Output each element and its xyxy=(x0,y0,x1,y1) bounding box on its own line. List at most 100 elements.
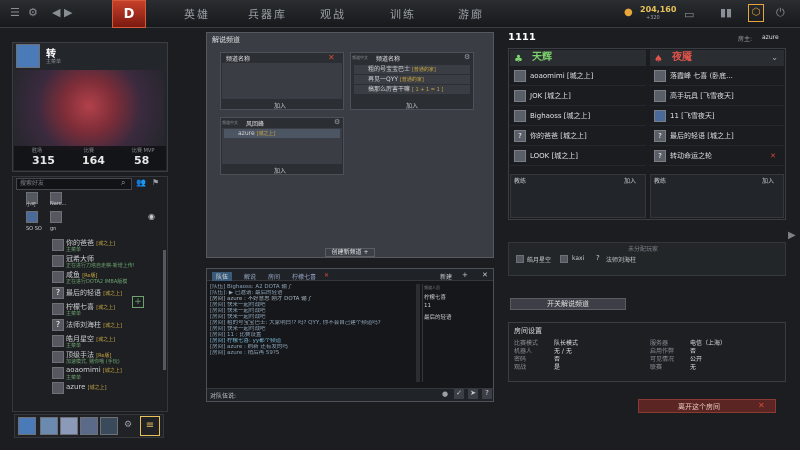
player-slot[interactable]: Bighaoss [城之上] xyxy=(510,106,646,126)
close-icon[interactable]: ✕ xyxy=(482,271,488,279)
friend-status: 加速模式, 赌你哦 (手玩) xyxy=(66,359,120,365)
member-name: 搞那么厉害干嘛 xyxy=(368,86,411,93)
forward-icon[interactable]: ▶ xyxy=(64,6,72,19)
rank-icon[interactable]: ≡ xyxy=(140,416,160,436)
nav-arcade[interactable]: 游廊 xyxy=(458,6,484,22)
top-friend-name: 小可 xyxy=(26,202,37,208)
kick-icon[interactable]: ✕ xyxy=(770,146,776,166)
settings-title: 房间设置 xyxy=(514,327,542,335)
emoji-icon[interactable]: ● xyxy=(442,390,448,398)
party-avatar[interactable] xyxy=(80,417,98,435)
back-icon[interactable]: ◀ xyxy=(52,6,60,19)
tab-room[interactable]: 房间 xyxy=(268,272,280,281)
nav-watch[interactable]: 观战 xyxy=(320,6,346,22)
help-icon[interactable]: ? xyxy=(482,389,492,399)
stat-matches: 164 xyxy=(82,154,105,167)
channel-member[interactable]: 再见一QYY [普通的家] xyxy=(354,75,470,84)
join-coach-button[interactable]: 加入 xyxy=(762,176,774,185)
party-avatar[interactable] xyxy=(60,417,78,435)
toggle-broadcast-button[interactable]: 开关解说频道 xyxy=(510,298,626,310)
tab-whisper[interactable]: 柠檬七喜 xyxy=(292,272,316,281)
check-icon[interactable]: ✓ xyxy=(454,389,464,399)
avatar[interactable] xyxy=(16,44,40,68)
setting-key: 联赛 xyxy=(650,364,663,371)
party-avatar[interactable] xyxy=(100,417,118,435)
unknown-player-icon: ? xyxy=(596,254,600,262)
friend-status: 主菜单 xyxy=(66,247,82,253)
player-slot[interactable]: 高手玩具 [飞雪夜天] xyxy=(650,86,784,106)
join-button[interactable]: 加入 xyxy=(406,101,418,110)
list-item[interactable]: azure [城之上] xyxy=(52,382,186,394)
search-icon[interactable]: ⌕ xyxy=(121,178,125,188)
close-icon[interactable]: ✕ xyxy=(328,53,335,62)
player-name: 落霞峰 七喜 (卧底... xyxy=(670,72,733,80)
unassigned-player[interactable]: 皓月星空 xyxy=(527,255,551,264)
player-slot[interactable]: 11 [飞雪夜天] xyxy=(650,106,784,126)
settings-right: 服务器 电信（上海） 启用作弊否 可见情况 公开 联赛无 xyxy=(650,338,780,371)
chevron-down-icon[interactable]: ⌄ xyxy=(771,50,778,66)
add-icon[interactable]: + xyxy=(462,271,468,279)
coach-label: 教练 xyxy=(514,178,527,185)
player-slot[interactable]: LOOK [城之上] xyxy=(510,146,646,166)
gear-icon[interactable]: ⚙ xyxy=(334,118,340,126)
nav-heroes[interactable]: 英雄 xyxy=(184,6,210,22)
friend-tag: [城之上] xyxy=(87,385,107,391)
player-slot[interactable]: ? 你的爸爸 [城之上] xyxy=(510,126,646,146)
arrow-right-icon[interactable]: ▶ xyxy=(788,230,796,241)
chat-input[interactable] xyxy=(207,388,493,401)
notification-icon[interactable]: ⬡ xyxy=(748,4,764,22)
player-name: 转动命运之轮 xyxy=(670,152,712,160)
chat-member[interactable]: 11 xyxy=(424,303,431,309)
group-icon[interactable]: ⚑ xyxy=(152,178,159,187)
friends-scrollbar[interactable] xyxy=(163,250,166,370)
create-channel-button[interactable]: 创建新频道 + xyxy=(325,248,375,257)
gold-amount: 204,160 xyxy=(640,5,677,14)
player-slot[interactable]: aoaomimi [城之上] xyxy=(510,66,646,86)
close-tab-icon[interactable]: ✕ xyxy=(324,272,329,279)
chat-log: [队伍] Bighaoss: A2 DOTA 输了 [队伍]: ▶ 已邀请: 最… xyxy=(210,284,416,384)
dota-logo-button[interactable]: D xyxy=(112,0,146,28)
settings-icon[interactable]: ⚙ xyxy=(124,420,132,430)
tab-broadcast[interactable]: 解说 xyxy=(244,272,256,281)
pause-icon[interactable]: ▮▮ xyxy=(720,6,732,19)
top-friend-name: Narc... xyxy=(50,201,67,207)
tab-party[interactable]: 队伍 xyxy=(212,272,233,281)
channel-member[interactable]: 粗的号宝宝巴士 [普通的家] xyxy=(354,65,470,74)
gear-icon[interactable]: ⚙ xyxy=(28,6,38,19)
gear-icon[interactable]: ⚙ xyxy=(464,53,470,61)
host-name: azure xyxy=(762,34,779,41)
add-friend-icon[interactable]: 👥 xyxy=(136,178,146,187)
shop-icon[interactable]: ▭ xyxy=(684,8,694,21)
member-tag: [ 1 + 1 = 1 ] xyxy=(411,87,444,93)
menu-icon[interactable]: ☰ xyxy=(10,6,20,19)
player-slot[interactable]: 落霞峰 七喜 (卧底... xyxy=(650,66,784,86)
friend-name: 最后的轻语 xyxy=(66,289,101,297)
channel-member[interactable]: 搞那么厉害干嘛 [ 1 + 1 = 1 ] xyxy=(354,85,470,94)
channel-member[interactable]: azure [城之上] xyxy=(224,129,340,138)
chat-scrollbar[interactable] xyxy=(416,284,420,382)
join-coach-button[interactable]: 加入 xyxy=(624,176,636,185)
player-slot[interactable]: ? 最后的轻语 [城之上] xyxy=(650,126,784,146)
join-button[interactable]: 加入 xyxy=(274,101,286,110)
player-slot[interactable]: ? 转动命运之轮 ✕ xyxy=(650,146,784,166)
chat-member[interactable]: 柠檬七喜 xyxy=(424,293,446,301)
party-avatar[interactable] xyxy=(18,417,36,435)
player-slot[interactable]: JOK [城之上] xyxy=(510,86,646,106)
friend-avatar[interactable] xyxy=(50,211,62,223)
nav-armory[interactable]: 兵器库 xyxy=(248,6,287,22)
unassigned-player[interactable]: kaxi xyxy=(572,255,584,262)
radiant-team: ♣ 天辉 aoaomimi [城之上] JOK [城之上] Bighaoss [城… xyxy=(510,50,646,166)
eye-icon[interactable]: ◉ xyxy=(148,212,155,221)
gold-coin-icon: ● xyxy=(624,7,633,18)
chat-member[interactable]: 最后的轻语 xyxy=(424,313,452,321)
party-avatar[interactable] xyxy=(40,417,58,435)
invite-icon[interactable]: + xyxy=(132,296,144,308)
unassigned-player[interactable]: 法师刘海柱 xyxy=(606,255,636,264)
power-icon[interactable]: ⏻ xyxy=(776,6,785,20)
new-channel-button[interactable]: 新建 xyxy=(440,272,452,281)
nav-learn[interactable]: 训练 xyxy=(390,6,416,22)
friend-avatar[interactable] xyxy=(26,211,38,223)
join-button[interactable]: 加入 xyxy=(274,166,286,175)
friend-search-input[interactable]: 搜索好友 xyxy=(16,178,132,190)
send-icon[interactable]: ➤ xyxy=(468,389,478,399)
